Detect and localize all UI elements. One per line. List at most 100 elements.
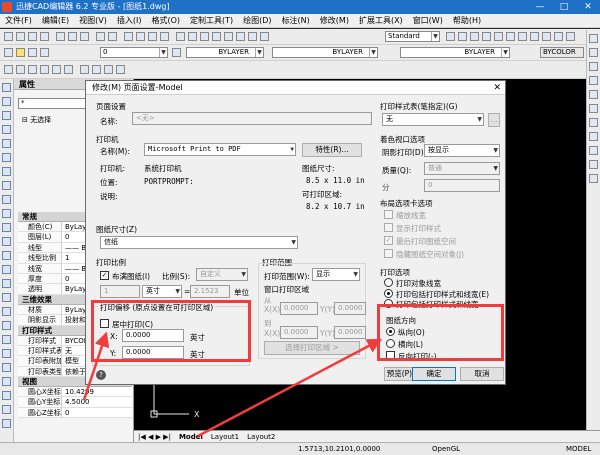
- region-icon[interactable]: [566, 32, 575, 41]
- tool-scale-icon[interactable]: [2, 391, 11, 400]
- match-properties-icon[interactable]: [200, 32, 209, 41]
- tool-copy-icon[interactable]: [2, 307, 11, 316]
- snap-tangent-icon[interactable]: [589, 160, 598, 169]
- shade-plot-select[interactable]: 按显示 ▼: [424, 144, 500, 157]
- front-view-icon[interactable]: [52, 65, 61, 74]
- polygon-icon[interactable]: [530, 32, 539, 41]
- color-select[interactable]: BYLAYER ▼: [186, 47, 264, 58]
- menu-modify[interactable]: 修改(M): [315, 15, 354, 26]
- tool-point-icon[interactable]: [2, 223, 11, 232]
- save-icon[interactable]: [28, 32, 37, 41]
- select-plot-area-button[interactable]: 选择打印区域 >: [264, 341, 360, 355]
- tool-mirror-icon[interactable]: [2, 321, 11, 330]
- menu-extensions[interactable]: 扩展工具(X): [354, 15, 408, 26]
- menu-window[interactable]: 窗口(W): [408, 15, 448, 26]
- properties-icon[interactable]: [176, 32, 185, 41]
- snap-extension-icon[interactable]: [589, 118, 598, 127]
- fit-to-paper-checkbox[interactable]: ✓: [100, 271, 109, 280]
- right-view-icon[interactable]: [40, 65, 49, 74]
- orbit-icon[interactable]: [104, 65, 113, 74]
- snap-midpoint-icon[interactable]: [589, 48, 598, 57]
- text-icon[interactable]: [248, 32, 257, 41]
- snap-intersection-icon[interactable]: [589, 104, 598, 113]
- prop-row[interactable]: 圆心Z坐标 0: [18, 407, 132, 419]
- snap-nearest-icon[interactable]: [589, 174, 598, 183]
- tool-spline-icon[interactable]: [2, 181, 11, 190]
- layer-freeze-icon[interactable]: [16, 48, 25, 57]
- zoom-extents-icon[interactable]: [160, 32, 169, 41]
- shade-icon[interactable]: [80, 65, 89, 74]
- tool-erase-icon[interactable]: [2, 293, 11, 302]
- zoom-window-icon[interactable]: [148, 32, 157, 41]
- left-view-icon[interactable]: [28, 65, 37, 74]
- circle-icon[interactable]: [470, 32, 479, 41]
- print-icon[interactable]: [40, 32, 49, 41]
- plot-lineweights-radio[interactable]: [384, 278, 393, 287]
- layer-color-icon[interactable]: [40, 48, 49, 57]
- snap-perpendicular-icon[interactable]: [589, 146, 598, 155]
- prop-row[interactable]: 圆心X坐标 10.4299: [18, 387, 132, 398]
- menu-file[interactable]: 文件(F): [0, 15, 37, 26]
- snap-endpoint-icon[interactable]: [589, 34, 598, 43]
- render-icon[interactable]: [92, 65, 101, 74]
- lineweight-select[interactable]: BYLAYER ▼: [400, 47, 510, 58]
- undo-icon[interactable]: [96, 32, 105, 41]
- close-button[interactable]: ✕: [576, 0, 600, 14]
- printer-name-select[interactable]: Microsoft Print to PDF ▼: [144, 143, 296, 156]
- tool-line-icon[interactable]: [2, 83, 11, 92]
- menu-help[interactable]: 帮助(H): [448, 15, 486, 26]
- menu-draw[interactable]: 绘图(D): [238, 15, 276, 26]
- tool-array-icon[interactable]: [2, 349, 11, 358]
- open-file-icon[interactable]: [16, 32, 25, 41]
- style-table-select[interactable]: 无 ▼: [382, 113, 484, 126]
- snap-quadrant-icon[interactable]: [589, 90, 598, 99]
- point-icon[interactable]: [542, 32, 551, 41]
- maximize-button[interactable]: □: [552, 0, 576, 14]
- menu-view[interactable]: 视图(V): [74, 15, 112, 26]
- ellipse-icon[interactable]: [506, 32, 515, 41]
- wireframe-icon[interactable]: [116, 65, 125, 74]
- copy-icon[interactable]: [68, 32, 77, 41]
- object-selector[interactable]: *▼: [18, 98, 92, 109]
- opengl-indicator[interactable]: OpenGL: [432, 443, 460, 455]
- linetype-select[interactable]: BYLAYER ▼: [272, 47, 378, 58]
- tool-extend-icon[interactable]: [2, 419, 11, 428]
- plot-style-select[interactable]: BYCOLOR: [540, 47, 584, 58]
- paper-size-select[interactable]: 信纸 ▼: [100, 236, 298, 249]
- insert-block-icon[interactable]: [554, 32, 563, 41]
- menu-insert[interactable]: 插入(I): [112, 15, 147, 26]
- tab-model[interactable]: Model: [175, 433, 207, 441]
- menu-tools[interactable]: 定制工具(T): [185, 15, 238, 26]
- tree-item-no-selection[interactable]: ⊟ 无选择: [22, 115, 51, 125]
- help-icon[interactable]: ?: [96, 370, 106, 380]
- tool-move-icon[interactable]: [2, 363, 11, 372]
- tool-rectangle-icon[interactable]: [2, 139, 11, 148]
- model-indicator[interactable]: MODEL: [566, 443, 591, 455]
- paste-icon[interactable]: [80, 32, 89, 41]
- cut-icon[interactable]: [56, 32, 65, 41]
- scale-unit-select[interactable]: 英寸 ▼: [142, 285, 182, 298]
- distance-icon[interactable]: [212, 32, 221, 41]
- tool-block-icon[interactable]: [2, 209, 11, 218]
- snap-node-icon[interactable]: [589, 76, 598, 85]
- top-view-icon[interactable]: [4, 65, 13, 74]
- tool-ellipse-icon[interactable]: [2, 195, 11, 204]
- redo-icon[interactable]: [108, 32, 117, 41]
- tool-rotate-icon[interactable]: [2, 377, 11, 386]
- snap-center-icon[interactable]: [589, 62, 598, 71]
- rectangle-icon[interactable]: [494, 32, 503, 41]
- tool-offset-icon[interactable]: [2, 335, 11, 344]
- tool-construction-line-icon[interactable]: [2, 97, 11, 106]
- tool-arc-icon[interactable]: [2, 153, 11, 162]
- zoom-icon[interactable]: [136, 32, 145, 41]
- tool-mtext-icon[interactable]: [2, 279, 11, 288]
- tab-layout2[interactable]: Layout2: [243, 433, 279, 441]
- bottom-view-icon[interactable]: [16, 65, 25, 74]
- block-icon[interactable]: [236, 32, 245, 41]
- menu-edit[interactable]: 编辑(E): [37, 15, 74, 26]
- tab-layout1[interactable]: Layout1: [207, 433, 243, 441]
- menu-dimension[interactable]: 标注(N): [277, 15, 315, 26]
- layer-lock-icon[interactable]: [28, 48, 37, 57]
- spline-icon[interactable]: [518, 32, 527, 41]
- dialog-close-icon[interactable]: ✕: [493, 81, 501, 95]
